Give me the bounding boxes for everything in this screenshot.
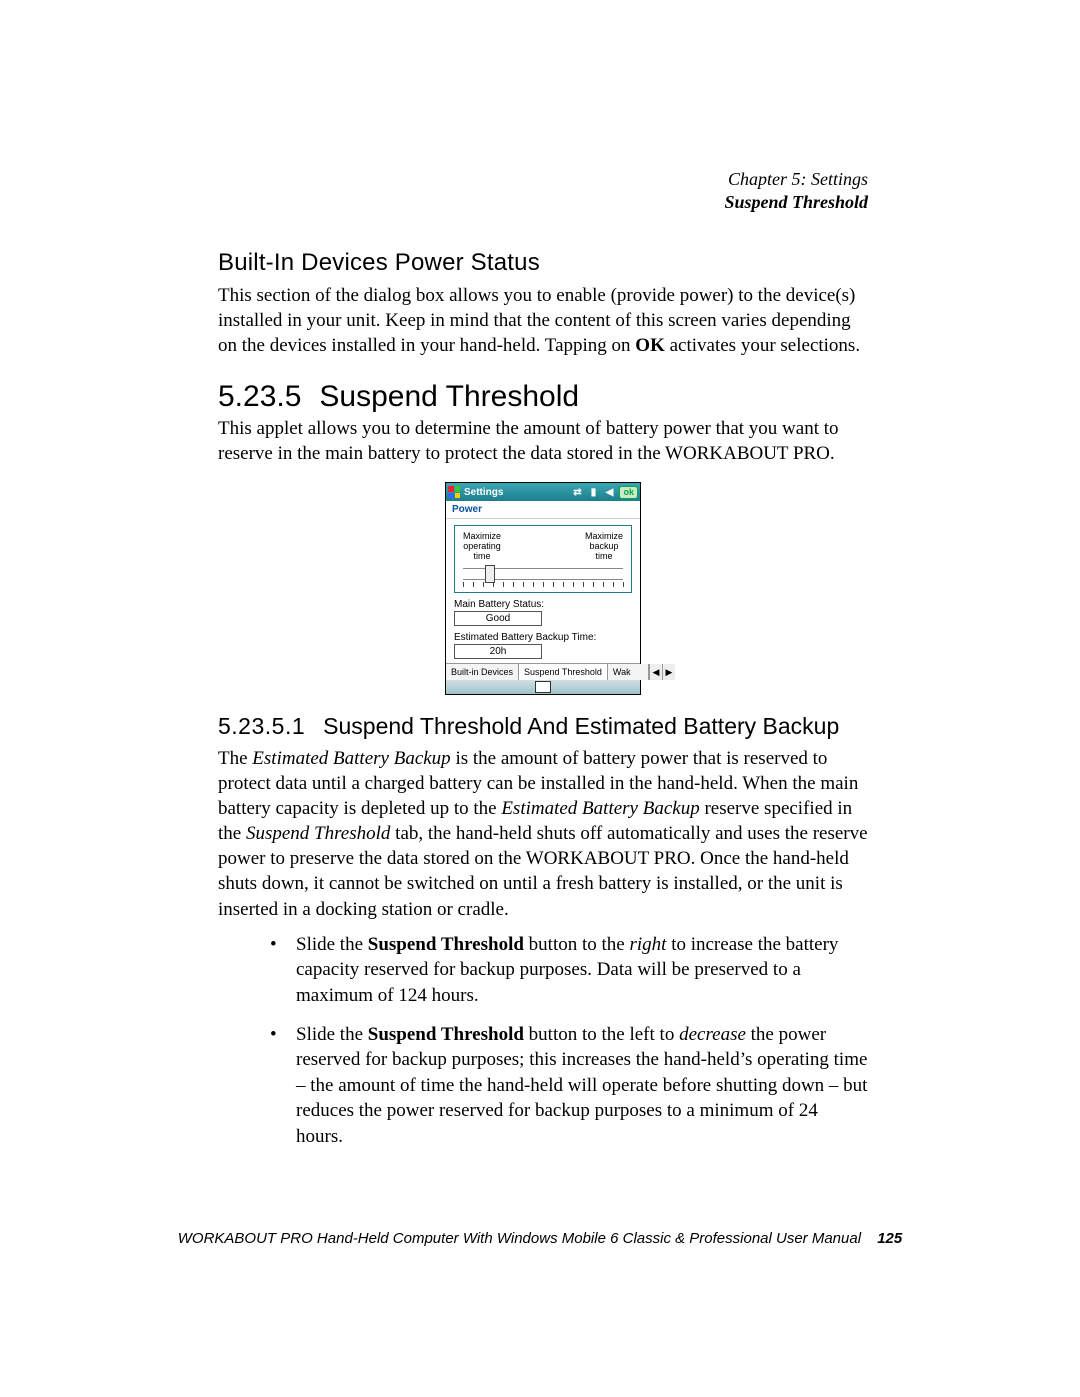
suspend-threshold-slider[interactable] — [463, 568, 623, 580]
window-titlebar: Settings ⇄ ▮ ◀ ok — [446, 483, 640, 501]
para-builtin-devices: This section of the dialog box allows yo… — [218, 283, 868, 358]
backup-time-label: Estimated Battery Backup Time: — [454, 632, 632, 643]
page-number: 125 — [877, 1230, 902, 1247]
main-battery-label: Main Battery Status: — [454, 599, 632, 610]
header-chapter: Chapter 5: Settings — [218, 168, 868, 191]
tab-suspend-threshold[interactable]: Suspend Threshold — [519, 664, 608, 680]
manual-page: Chapter 5: Settings Suspend Threshold Bu… — [0, 0, 1080, 1397]
para-suspend-intro: This applet allows you to determine the … — [218, 416, 868, 466]
slider-ticks — [463, 582, 623, 588]
applet-title: Power — [446, 501, 640, 519]
power-panel: Maximizeoperatingtime Maximizebackuptime… — [446, 519, 640, 663]
bullet-list: Slide the Suspend Threshold button to th… — [270, 932, 868, 1150]
list-item: Slide the Suspend Threshold button to th… — [270, 1022, 868, 1149]
header-topic: Suspend Threshold — [218, 191, 868, 214]
start-icon[interactable] — [448, 486, 460, 498]
para-estimated-backup: The Estimated Battery Backup is the amou… — [218, 746, 868, 922]
running-header: Chapter 5: Settings Suspend Threshold — [218, 168, 868, 213]
heading-builtin-devices: Built-In Devices Power Status — [218, 249, 868, 277]
connectivity-icon[interactable]: ⇄ — [571, 486, 583, 498]
slider-thumb[interactable] — [485, 565, 495, 583]
backup-time-group: Estimated Battery Backup Time: 20h — [454, 632, 632, 659]
ok-button[interactable]: ok — [619, 486, 638, 499]
heading-number: 5.23.5 — [218, 380, 301, 413]
settings-window: Settings ⇄ ▮ ◀ ok Power Maximizeoperatin… — [445, 482, 641, 695]
window-title: Settings — [464, 487, 503, 498]
tab-built-in-devices[interactable]: Built-in Devices — [446, 664, 519, 680]
page-footer: WORKABOUT PRO Hand-Held Computer With Wi… — [0, 1230, 1080, 1247]
tab-wak[interactable]: Wak — [608, 664, 649, 680]
heading-text: Suspend Threshold — [319, 380, 579, 413]
signal-icon[interactable]: ▮ — [587, 486, 599, 498]
keyboard-icon[interactable] — [535, 681, 551, 693]
slider-right-label: Maximizebackuptime — [581, 532, 627, 562]
subheading-text: Suspend Threshold And Estimated Battery … — [323, 713, 839, 739]
heading-estimated-backup: 5.23.5.1 Suspend Threshold And Estimated … — [218, 713, 868, 740]
volume-icon[interactable]: ◀ — [603, 486, 615, 498]
slider-group: Maximizeoperatingtime Maximizebackuptime — [454, 525, 632, 593]
footer-text: WORKABOUT PRO Hand-Held Computer With Wi… — [178, 1230, 861, 1247]
main-battery-value: Good — [454, 611, 542, 626]
tab-strip: Built-in DevicesSuspend ThresholdWak◀▶ — [446, 663, 640, 680]
tab-scroll-left[interactable]: ◀ — [649, 664, 662, 680]
screenshot-figure: Settings ⇄ ▮ ◀ ok Power Maximizeoperatin… — [218, 482, 868, 695]
subheading-number: 5.23.5.1 — [218, 713, 305, 739]
tab-scroll-right[interactable]: ▶ — [662, 664, 675, 680]
list-item: Slide the Suspend Threshold button to th… — [270, 932, 868, 1008]
soft-key-bar — [446, 680, 640, 694]
heading-suspend-threshold: 5.23.5 Suspend Threshold — [218, 380, 868, 414]
main-battery-group: Main Battery Status: Good — [454, 599, 632, 626]
backup-time-value: 20h — [454, 644, 542, 659]
slider-left-label: Maximizeoperatingtime — [459, 532, 505, 562]
